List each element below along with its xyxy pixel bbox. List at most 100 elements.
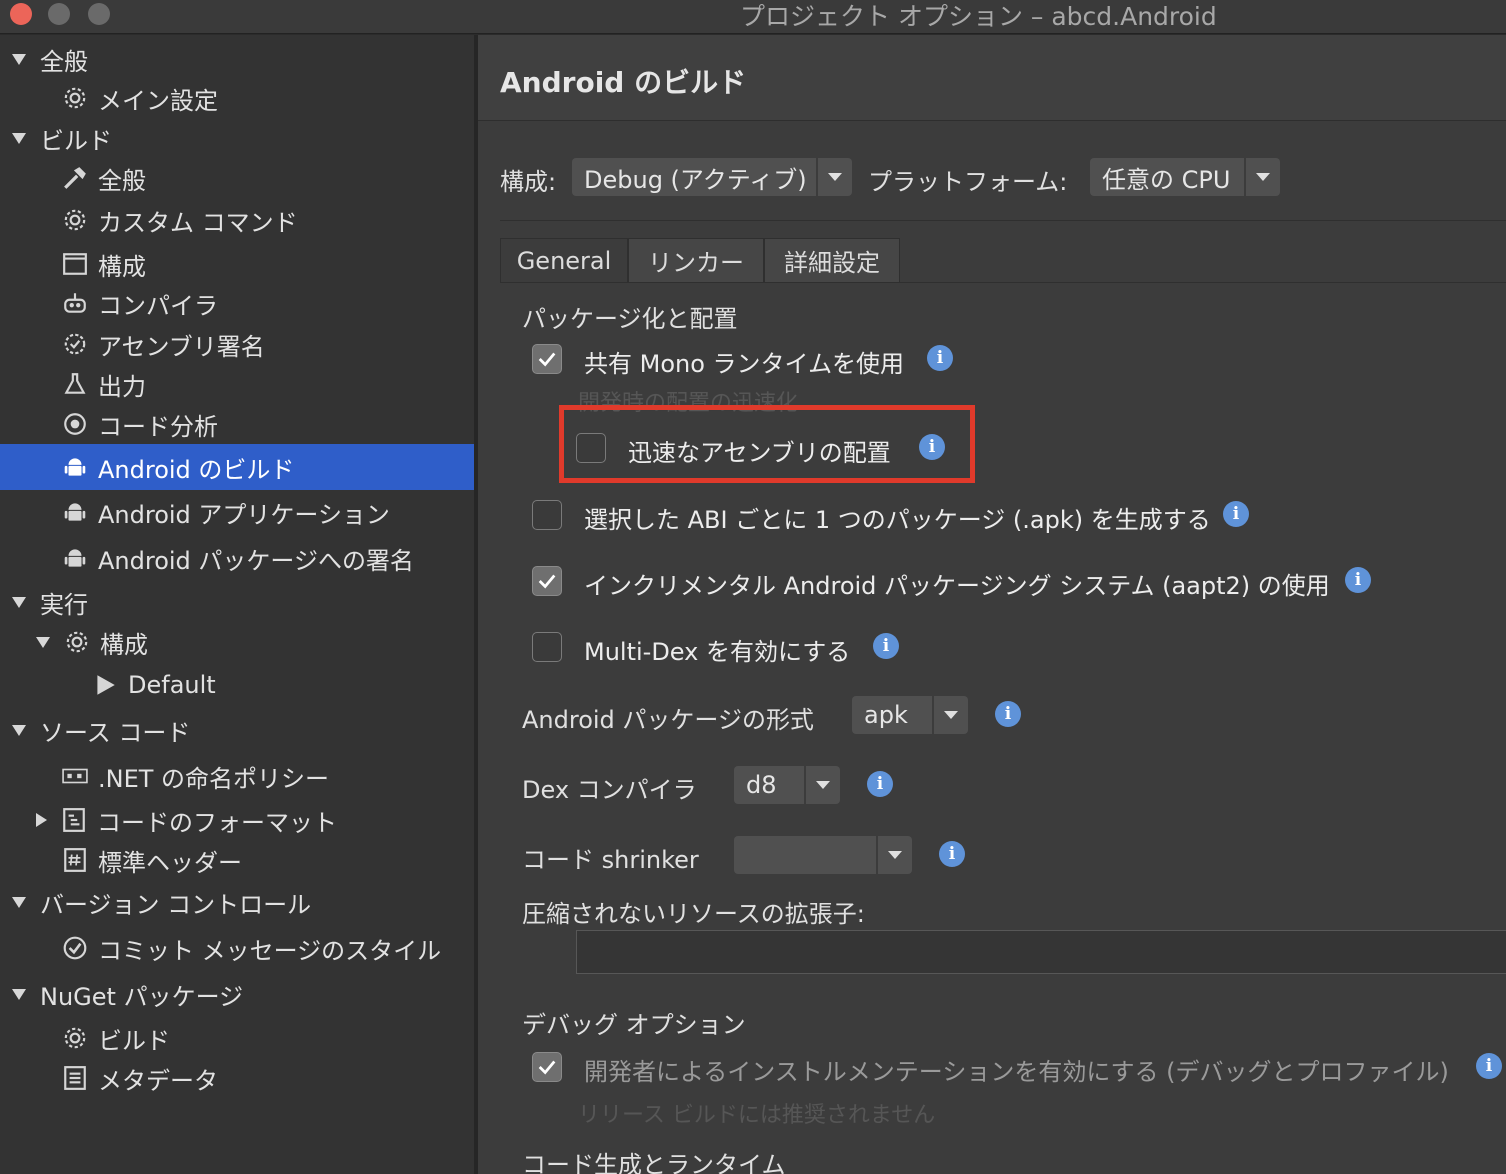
tab-general[interactable]: General [500,238,628,282]
sidebar-group-version-control[interactable]: バージョン コントロール [0,882,474,922]
play-icon [92,672,118,698]
android-icon [62,454,88,480]
info-icon[interactable]: i [1345,567,1371,593]
target-icon [62,411,88,437]
info-icon[interactable]: i [939,841,965,867]
instrumentation-label: 開発者によるインストルメンテーションを有効にする (デバッグとプロファイル) [584,1058,1449,1086]
configuration-dropdown[interactable]: Debug (アクティブ) [572,158,852,196]
code-shrinker-dropdown[interactable] [734,836,912,874]
sidebar-item-label: カスタム コマンド [98,208,298,237]
sidebar-item-android-build[interactable]: Android のビルド [0,444,474,490]
tab-underline [500,282,1506,283]
info-icon[interactable]: i [867,771,893,797]
chevron-down-icon [932,696,968,734]
release-hint: リリース ビルドには推奨されません [578,1103,936,1128]
code-shrinker-label: コード shrinker [522,846,699,874]
page-header: Android のビルド [478,35,1506,121]
chevron-down-icon [876,836,912,874]
dex-compiler-label: Dex コンパイラ [522,776,697,804]
disclosure-expanded-icon[interactable] [12,724,26,736]
sidebar-item-android-package-signing[interactable]: Android パッケージへの署名 [0,538,474,578]
platform-dropdown[interactable]: 任意の CPU [1090,158,1280,196]
sidebar-item-custom-commands[interactable]: カスタム コマンド [0,200,474,240]
sidebar-group-run[interactable]: 実行 [0,582,474,622]
tab-advanced[interactable]: 詳細設定 [764,238,900,282]
disclosure-expanded-icon[interactable] [36,636,50,648]
divider [500,220,1506,221]
sidebar-item-default[interactable]: Default [0,665,474,705]
package-format-dropdown[interactable]: apk [852,696,968,734]
sidebar-item-configurations[interactable]: 構成 [0,244,474,284]
info-icon[interactable]: i [919,434,945,460]
sidebar-item-output[interactable]: 出力 [0,364,474,404]
info-icon[interactable]: i [927,345,953,371]
sidebar-item-build-general[interactable]: 全般 [0,158,474,198]
info-icon[interactable]: i [873,633,899,659]
sidebar-item-label: 構成 [100,630,148,659]
sidebar-item-standard-header[interactable]: 標準ヘッダー [0,840,474,880]
sidebar-item-label: コードのフォーマット [97,808,337,837]
sidebar-item-android-application[interactable]: Android アプリケーション [0,492,474,532]
disclosure-expanded-icon[interactable] [12,988,26,1000]
sidebar-item-metadata[interactable]: メタデータ [0,1058,474,1098]
info-icon[interactable]: i [1476,1053,1502,1079]
configuration-value: Debug (アクティブ) [584,165,807,194]
multidex-checkbox[interactable] [532,632,562,662]
tab-linker[interactable]: リンカー [628,238,764,282]
sidebar-group-label: ビルド [40,126,112,155]
close-window-button[interactable] [10,3,32,25]
flask-icon [62,371,88,397]
package-format-label: Android パッケージの形式 [522,706,814,734]
sidebar-group-general[interactable]: 全般 [0,39,474,79]
hash-document-icon [62,847,88,873]
info-icon[interactable]: i [995,701,1021,727]
sidebar-item-label: ビルド [98,1026,170,1055]
checkmark-icon [538,1060,556,1075]
title-bar: プロジェクト オプション – abcd.Android [0,0,1506,34]
disclosure-expanded-icon[interactable] [12,53,26,65]
sidebar-item-label: Android アプリケーション [98,500,390,529]
disclosure-collapsed-icon[interactable] [36,813,47,827]
aapt2-checkbox[interactable] [532,566,562,596]
disclosure-expanded-icon[interactable] [12,596,26,608]
configuration-label: 構成: [500,168,557,196]
platform-value: 任意の CPU [1102,165,1231,194]
info-icon[interactable]: i [1223,501,1249,527]
sidebar-group-build[interactable]: ビルド [0,118,474,158]
sidebar-item-naming-policy[interactable]: .NET の命名ポリシー [0,756,474,796]
uncompressed-extensions-input[interactable] [576,930,1506,974]
platform-label: プラットフォーム: [868,168,1068,196]
sidebar-item-main-settings[interactable]: メイン設定 [0,78,474,118]
sidebar-group-label: バージョン コントロール [40,890,312,919]
per-abi-checkbox[interactable] [532,500,562,530]
sidebar-item-label: 出力 [98,372,146,401]
multidex-label: Multi-Dex を有効にする [584,638,851,666]
sidebar-item-code-analysis[interactable]: コード分析 [0,404,474,444]
sidebar-item-label: アセンブリ署名 [98,332,265,361]
disclosure-expanded-icon[interactable] [12,896,26,908]
sidebar-group-source-code[interactable]: ソース コード [0,710,474,750]
sidebar-item-label: 構成 [98,252,146,281]
packaging-section-title: パッケージ化と配置 [522,305,738,333]
sidebar-item-compiler[interactable]: コンパイラ [0,283,474,323]
gear-icon [62,85,88,111]
sidebar-item-code-formatting[interactable]: コードのフォーマット [0,800,474,840]
robot-icon [62,290,88,316]
instrumentation-checkbox[interactable] [532,1052,562,1082]
disclosure-expanded-icon[interactable] [12,132,26,144]
sidebar-item-assembly-signing[interactable]: アセンブリ署名 [0,324,474,364]
dex-compiler-dropdown[interactable]: d8 [734,766,840,804]
maximize-window-button[interactable] [88,3,110,25]
shared-mono-checkbox[interactable] [532,344,562,374]
android-icon [62,545,88,571]
sidebar-item-run-configurations[interactable]: 構成 [0,622,474,662]
minimize-window-button[interactable] [48,3,70,25]
sidebar-group-nuget[interactable]: NuGet パッケージ [0,974,474,1014]
sidebar-item-label: Android パッケージへの署名 [98,546,414,575]
window-title: プロジェクト オプション – abcd.Android [740,2,1217,31]
sidebar-item-nuget-build[interactable]: ビルド [0,1018,474,1058]
fast-deploy-checkbox[interactable] [576,433,606,463]
sidebar-item-commit-message-style[interactable]: コミット メッセージのスタイル [0,928,474,968]
naming-icon [62,763,88,789]
hammer-icon [62,165,88,191]
